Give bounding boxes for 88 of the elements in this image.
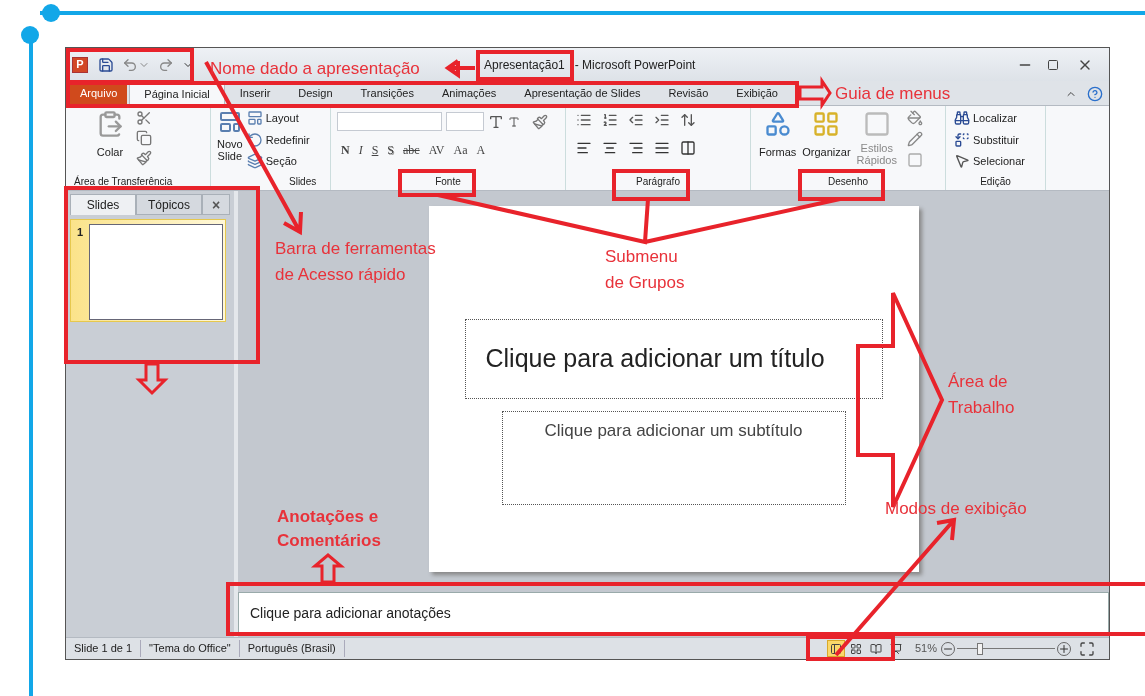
ribbon-tab[interactable]: Revisão bbox=[655, 83, 722, 104]
close-button[interactable]: × bbox=[202, 194, 230, 215]
select-button[interactable]: Selecionar bbox=[954, 153, 1045, 170]
ribbon-tab[interactable]: Design bbox=[285, 83, 346, 104]
pointer-icon bbox=[954, 153, 970, 170]
reset-button[interactable]: Redefinir bbox=[246, 131, 310, 148]
maximize-icon[interactable] bbox=[1047, 58, 1059, 71]
outline-icon[interactable] bbox=[906, 131, 923, 147]
slide-thumbnail-row[interactable]: 1 bbox=[70, 219, 226, 322]
paste-button[interactable]: Colar bbox=[96, 144, 124, 161]
styles-icon bbox=[862, 110, 891, 138]
new-slide-button[interactable]: Novo Slide bbox=[217, 138, 243, 162]
layers-icon bbox=[246, 153, 263, 170]
slider-thumb[interactable] bbox=[977, 642, 984, 655]
format-button[interactable]: Aa bbox=[453, 141, 468, 159]
fit-icon[interactable] bbox=[1079, 640, 1095, 657]
status-text: "Tema do Office" bbox=[141, 640, 240, 657]
shrink-font-icon[interactable] bbox=[508, 115, 520, 128]
ribbon-tab[interactable]: Exibição bbox=[723, 83, 791, 104]
shapes-button[interactable]: Formas bbox=[759, 110, 797, 161]
format-button[interactable]: S bbox=[371, 141, 379, 159]
ribbon-tab[interactable]: Inserir bbox=[226, 83, 284, 104]
slide-icon[interactable] bbox=[217, 110, 242, 134]
annotation-label: Barra de ferramentas de Acesso rápido bbox=[275, 238, 437, 286]
reset-icon bbox=[246, 131, 263, 148]
arrange-icon bbox=[812, 110, 841, 138]
quick-styles-button[interactable]: Estilos Rápidos bbox=[856, 110, 897, 166]
shapes-icon bbox=[763, 110, 792, 138]
undo-icon[interactable] bbox=[122, 56, 138, 73]
replace-icon bbox=[954, 131, 970, 148]
slide-thumbnail[interactable] bbox=[89, 224, 223, 320]
group-label: Fonte bbox=[434, 175, 462, 189]
format-button[interactable]: A bbox=[476, 141, 486, 159]
format-button[interactable]: AV bbox=[428, 141, 445, 159]
annotation-label: Área de Trabalho bbox=[948, 371, 1016, 419]
format-button[interactable]: I bbox=[358, 141, 363, 159]
annotation-label: Submenu de Grupos bbox=[605, 246, 686, 294]
format-button[interactable]: abc bbox=[403, 141, 420, 159]
pane-tab[interactable]: Tópicos bbox=[136, 194, 202, 215]
view-icon bbox=[889, 642, 902, 655]
annotation-label: Nome dado a apresentação bbox=[210, 58, 420, 80]
ribbon-tab[interactable]: Transições bbox=[347, 83, 427, 104]
view-icon bbox=[849, 642, 862, 655]
group-label: Slides bbox=[288, 175, 318, 189]
subtitle-placeholder[interactable]: Clique para adicionar um subtítulo bbox=[501, 411, 846, 505]
slide-number: 1 bbox=[77, 225, 84, 240]
ribbon-tab[interactable]: Apresentação de Slides bbox=[511, 83, 654, 104]
group-label: Desenho bbox=[827, 175, 869, 189]
layout-button[interactable]: Layout bbox=[246, 110, 310, 127]
find-button[interactable]: Localizar bbox=[954, 110, 1045, 127]
annotation-label: Modos de exibição bbox=[885, 498, 1027, 520]
paintbrush-icon[interactable] bbox=[136, 150, 152, 166]
zoom-slider[interactable] bbox=[957, 642, 1055, 655]
font-size-field[interactable] bbox=[446, 112, 484, 131]
redo-icon[interactable] bbox=[158, 56, 174, 73]
zoom-level-text: 51% bbox=[914, 641, 937, 657]
view-icon bbox=[869, 642, 882, 655]
help-icon[interactable] bbox=[1087, 86, 1103, 102]
notes-field[interactable]: Clique para adicionar anotações bbox=[238, 592, 1109, 634]
format-button[interactable]: S bbox=[387, 141, 395, 159]
arrange-button[interactable]: Organizar bbox=[802, 110, 851, 161]
fill-icon[interactable] bbox=[906, 110, 923, 126]
layout-icon bbox=[246, 110, 263, 127]
group-label: Parágrafo bbox=[635, 175, 681, 189]
app-title: - Microsoft PowerPoint bbox=[574, 56, 696, 74]
app-logo[interactable]: P bbox=[72, 56, 88, 73]
status-text: Slide 1 de 1 bbox=[66, 640, 142, 657]
file-tab[interactable]: Arquivo bbox=[70, 83, 128, 104]
format-button[interactable]: N bbox=[341, 141, 350, 159]
replace-button[interactable]: Substituir bbox=[954, 131, 1045, 148]
title-placeholder[interactable]: Clique para adicionar um título bbox=[464, 319, 883, 399]
section-button[interactable]: Seção bbox=[246, 153, 310, 170]
binoculars-icon bbox=[954, 110, 970, 127]
pane-tab[interactable]: Slides bbox=[70, 194, 136, 215]
scissors-icon[interactable] bbox=[136, 110, 152, 126]
annotation-label: Anotações e Comentários bbox=[277, 506, 382, 552]
clear-format-icon[interactable] bbox=[532, 113, 548, 130]
status-text: Português (Brasil) bbox=[239, 640, 345, 657]
ribbon-tab[interactable]: Animações bbox=[428, 83, 510, 104]
save-icon[interactable] bbox=[98, 56, 114, 73]
document-title: Apresentação1 bbox=[484, 56, 565, 74]
annotation-label: Guia de menus bbox=[835, 83, 951, 105]
grow-font-icon[interactable] bbox=[488, 113, 504, 130]
group-label: Área de Transferência bbox=[73, 174, 174, 189]
font-name-field[interactable] bbox=[337, 112, 442, 131]
view-icon bbox=[829, 642, 842, 655]
copy-icon[interactable] bbox=[136, 130, 152, 146]
group-label: Edição bbox=[979, 175, 1012, 189]
